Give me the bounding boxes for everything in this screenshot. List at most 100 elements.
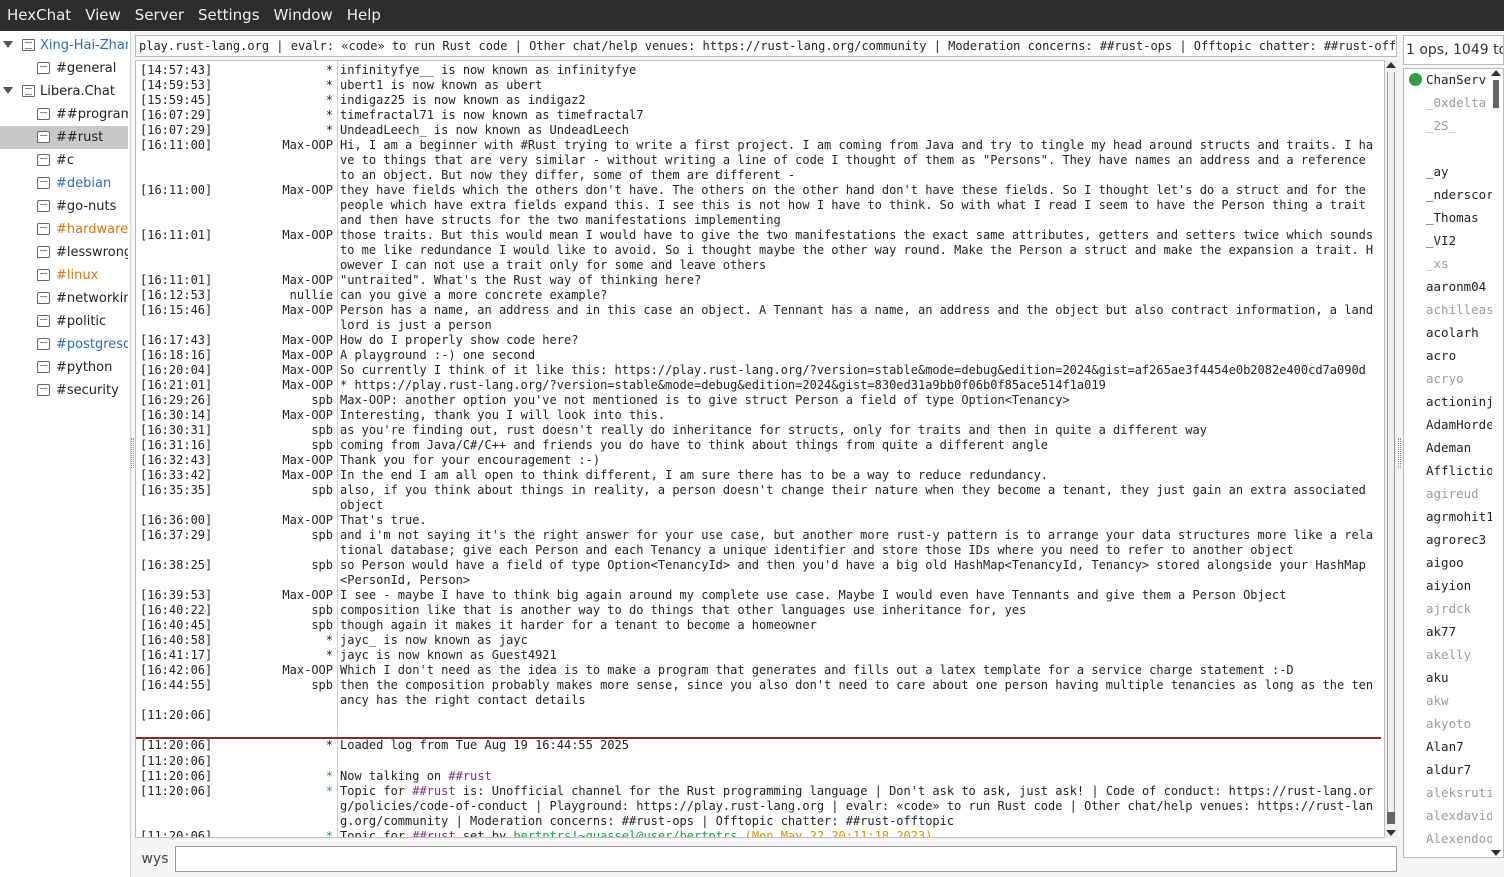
tree-channel-politic[interactable]: #politic	[0, 310, 128, 333]
user-entry[interactable]: Alexendoo	[1426, 831, 1492, 846]
user-entry[interactable]: acolarh	[1426, 325, 1492, 340]
user-entry[interactable]: _ay	[1426, 164, 1492, 179]
nick[interactable]: spb	[232, 558, 333, 573]
tree-channel-go-nuts[interactable]: #go-nuts	[0, 195, 128, 218]
nick[interactable]: Max-OOP	[232, 588, 333, 603]
menu-help[interactable]: Help	[340, 0, 388, 31]
nick[interactable]: Max-OOP	[232, 138, 333, 153]
user-entry[interactable]: aku	[1426, 670, 1492, 685]
timestamp: [15:59:45]	[140, 93, 213, 107]
nick-button[interactable]: wys	[136, 846, 174, 872]
nick[interactable]: Max-OOP	[232, 333, 333, 348]
server-icon	[22, 39, 35, 51]
tree-server-libera-chat[interactable]: Libera.Chat	[0, 80, 128, 103]
tree-channel-lesswrong[interactable]: #lesswrong	[0, 241, 128, 264]
nick[interactable]: spb	[232, 678, 333, 693]
nick[interactable]: spb	[232, 603, 333, 618]
tree-server-xing-hai-zhan[interactable]: Xing-Hai-Zhan	[0, 34, 128, 57]
nick[interactable]: Max-OOP	[232, 183, 333, 198]
tree-channel-security[interactable]: #security	[0, 379, 128, 402]
userlist-scrollbar[interactable]	[1489, 68, 1503, 858]
user-entry[interactable]: Affliction	[1426, 463, 1492, 478]
user-entry[interactable]: Ademan	[1426, 440, 1492, 455]
user-entry[interactable]: aigoo	[1426, 555, 1492, 570]
user-entry[interactable]: AdamHorden	[1426, 417, 1492, 432]
user-entry-op[interactable]: ChanServ	[1426, 72, 1492, 87]
nick[interactable]: Max-OOP	[232, 378, 333, 393]
message-input[interactable]	[175, 846, 1397, 872]
tree-pane-grip[interactable]	[131, 438, 134, 468]
user-entry[interactable]: _2S_	[1426, 118, 1492, 133]
user-entry[interactable]: ajrdck	[1426, 601, 1492, 616]
tree-channel-hardware[interactable]: #hardware	[0, 218, 128, 241]
tree-channel-postgresql[interactable]: #postgresql	[0, 333, 128, 356]
user-entry[interactable]: aaronm04	[1426, 279, 1492, 294]
menu-window[interactable]: Window	[267, 0, 340, 31]
user-entry[interactable]: acryo	[1426, 371, 1492, 386]
user-entry[interactable]: Alan7	[1426, 739, 1492, 754]
tree-channel-rust[interactable]: ##rust	[0, 126, 128, 149]
nick[interactable]: nullie	[232, 288, 333, 303]
user-entry[interactable]: ak77	[1426, 624, 1492, 639]
user-entry[interactable]: aleksruti	[1426, 785, 1492, 800]
user-entry[interactable]: _Thomas	[1426, 210, 1492, 225]
nick[interactable]: Max-OOP	[232, 348, 333, 363]
nick[interactable]: Max-OOP	[232, 363, 333, 378]
menu-view[interactable]: View	[78, 0, 128, 31]
tree-channel-python[interactable]: #python	[0, 356, 128, 379]
scroll-down-icon[interactable]	[1386, 830, 1396, 836]
nick[interactable]: spb	[232, 438, 333, 453]
chat-scrollbar[interactable]	[1385, 60, 1397, 838]
scroll-thumb[interactable]	[1493, 80, 1499, 108]
nick[interactable]: Max-OOP	[232, 228, 333, 243]
userlist-pane-grip[interactable]	[1398, 438, 1401, 468]
scroll-up-icon[interactable]	[1491, 70, 1501, 76]
user-entry[interactable]: agireud	[1426, 486, 1492, 501]
tree-channel-debian[interactable]: #debian	[0, 172, 128, 195]
user-entry[interactable]: _nderscore	[1426, 187, 1492, 202]
chat-log[interactable]: [14:57:43] * infinityfye__ is now known as…	[135, 60, 1385, 838]
nick[interactable]: spb	[232, 423, 333, 438]
tree-channel-c[interactable]: #c	[0, 149, 128, 172]
user-entry[interactable]: agrorec3	[1426, 532, 1492, 547]
nick[interactable]: spb	[232, 393, 333, 408]
tree-channel-linux[interactable]: #linux	[0, 264, 128, 287]
user-entry[interactable]: _0xdelta	[1426, 95, 1492, 110]
menu-settings[interactable]: Settings	[191, 0, 267, 31]
nick[interactable]: Max-OOP	[232, 468, 333, 483]
user-entry[interactable]: akelly	[1426, 647, 1492, 662]
user-entry[interactable]: _xs	[1426, 256, 1492, 271]
user-entry[interactable]: akw	[1426, 693, 1492, 708]
expander-icon[interactable]	[3, 87, 13, 94]
user-entry[interactable]: aldur7	[1426, 762, 1492, 777]
user-entry[interactable]: actioninja	[1426, 394, 1492, 409]
nick[interactable]: spb	[232, 483, 333, 498]
user-entry[interactable]: alexdavid	[1426, 808, 1492, 823]
nick[interactable]: Max-OOP	[232, 273, 333, 288]
nick[interactable]: spb	[232, 528, 333, 543]
menu-server[interactable]: Server	[128, 0, 191, 31]
nick[interactable]: Max-OOP	[232, 663, 333, 678]
user-entry[interactable]: acro	[1426, 348, 1492, 363]
nick[interactable]: Max-OOP	[232, 513, 333, 528]
column-separator[interactable]	[337, 61, 338, 837]
tree-channel-general[interactable]: #general	[0, 57, 128, 80]
scroll-down-icon[interactable]	[1491, 850, 1501, 856]
user-entry[interactable]: akyoto	[1426, 716, 1492, 731]
expander-icon[interactable]	[3, 41, 13, 48]
nick[interactable]: Max-OOP	[232, 303, 333, 318]
user-entry[interactable]: _VI2	[1426, 233, 1492, 248]
nick[interactable]: spb	[232, 618, 333, 633]
scroll-track[interactable]	[1387, 72, 1395, 824]
scroll-thumb[interactable]	[1387, 812, 1395, 824]
tree-channel-programming[interactable]: ##programming	[0, 103, 128, 126]
user-entry[interactable]: agrmohit1	[1426, 509, 1492, 524]
topic-bar[interactable]: play.rust-lang.org | evalr: «code» to ru…	[135, 35, 1397, 57]
menu-hexchat[interactable]: HexChat	[0, 0, 78, 31]
user-entry[interactable]: aiyion	[1426, 578, 1492, 593]
nick[interactable]: Max-OOP	[232, 453, 333, 468]
user-entry[interactable]: achilleas	[1426, 302, 1492, 317]
nick[interactable]: Max-OOP	[232, 408, 333, 423]
tree-channel-networking[interactable]: #networking	[0, 287, 128, 310]
scroll-up-icon[interactable]	[1386, 62, 1396, 68]
